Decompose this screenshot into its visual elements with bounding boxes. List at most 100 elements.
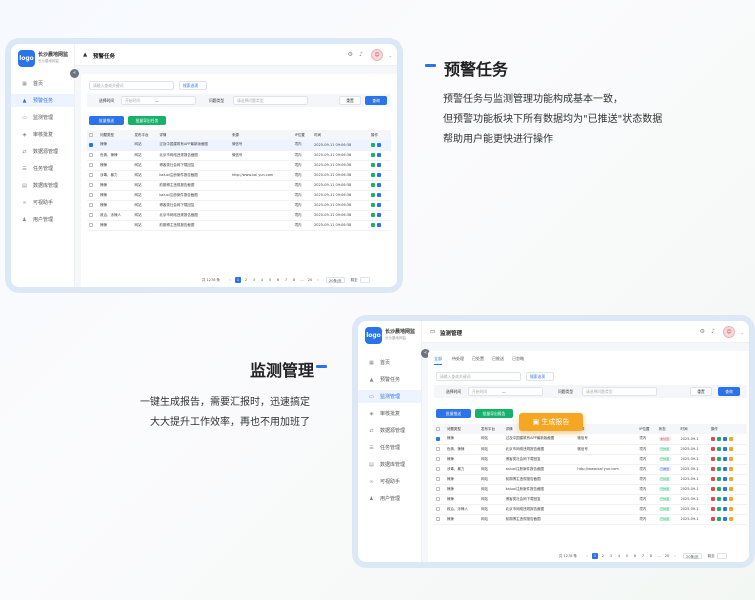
export-icon[interactable]: [728, 436, 733, 441]
search-options-select[interactable]: 搜索选项: [179, 81, 207, 90]
page-number[interactable]: 3: [608, 553, 614, 559]
type-select[interactable]: 请选择问题类型: [582, 387, 657, 396]
page-number[interactable]: 8: [648, 553, 654, 559]
view-icon[interactable]: [370, 223, 375, 227]
checkbox-cell[interactable]: [434, 494, 445, 505]
batch-export-button[interactable]: 批量导出任务: [128, 116, 166, 125]
checkbox[interactable]: [89, 153, 93, 157]
page-number[interactable]: 1: [592, 553, 598, 559]
sidebar-item[interactable]: ⇄ 数据源管理: [358, 424, 421, 437]
push-icon[interactable]: [716, 517, 721, 521]
sidebar-item[interactable]: ☰ 任务管理: [11, 162, 74, 175]
search-input[interactable]: 请输入查询关键词: [436, 372, 521, 381]
edit-icon[interactable]: [722, 497, 727, 501]
table-row[interactable]: 辣辣 网站 kaluoi注册案件报告截图 境内 已处置 2025-09-1: [434, 484, 747, 495]
sidebar-item[interactable]: ∞ 可视助手: [358, 475, 421, 488]
table-row[interactable]: 辣辣 网站 博客类社会网下载回复 境内 已处置 2025-09-1: [434, 454, 747, 465]
push-icon[interactable]: [376, 163, 381, 167]
page-number[interactable]: 4: [259, 277, 265, 283]
sidebar-item[interactable]: ♟ 用户管理: [358, 492, 421, 505]
checkbox[interactable]: [89, 133, 93, 137]
page-number[interactable]: 6: [275, 277, 281, 283]
push-icon[interactable]: [376, 203, 381, 207]
sidebar-item[interactable]: ▦ 首页: [11, 77, 74, 90]
edit-icon[interactable]: [722, 467, 727, 471]
edit-icon[interactable]: [722, 447, 727, 451]
export-icon[interactable]: [728, 517, 733, 521]
table-row[interactable]: 色情、辣辣 网站 北京市网络违规报告截图 微信号 境内 2025-09-11 09:06:…: [87, 150, 391, 161]
export-icon[interactable]: [728, 457, 733, 461]
collapse-icon[interactable]: «: [70, 69, 79, 78]
query-button[interactable]: 查询: [365, 96, 387, 105]
delete-icon[interactable]: [710, 497, 715, 501]
checkbox-cell[interactable]: [87, 170, 99, 181]
tab[interactable]: 全部: [434, 356, 442, 362]
checkbox[interactable]: [436, 467, 440, 471]
tab[interactable]: 已处置: [472, 356, 484, 362]
settings-icon[interactable]: ⚙: [700, 328, 705, 335]
view-icon[interactable]: [370, 173, 375, 177]
sidebar-item[interactable]: ▲ 预警任务: [358, 373, 421, 386]
export-icon[interactable]: [728, 447, 733, 451]
view-icon[interactable]: [370, 213, 375, 217]
checkbox[interactable]: [436, 507, 440, 511]
query-button[interactable]: 查询: [718, 387, 740, 396]
delete-icon[interactable]: [710, 467, 715, 471]
push-icon[interactable]: [716, 436, 721, 441]
table-row[interactable]: 辣辣 网站 前期博主违规报告截图 境内 已处置 2025-09-1: [434, 514, 747, 525]
table-row[interactable]: 辣辣 网站 前期博主违规报告截图 境内 2025-09-11 09:06:38: [87, 180, 391, 191]
sidebar-item[interactable]: ◈ 审核批复: [358, 407, 421, 420]
sidebar-item[interactable]: ▭ 监测管理: [11, 111, 74, 124]
avatar[interactable]: ☺: [723, 326, 735, 338]
checkbox[interactable]: [89, 173, 93, 177]
table-row[interactable]: 辣辣 网站 kaluoi注册案件报告截图 境内 2025-09-11 09:06:38: [87, 190, 391, 201]
checkbox[interactable]: [436, 487, 440, 491]
push-icon[interactable]: [716, 467, 721, 471]
push-icon[interactable]: [376, 223, 381, 227]
delete-icon[interactable]: [710, 447, 715, 451]
table-row[interactable]: 涉毒、暴力 网站 kaluoi注册案件报告截图 http://www.kai yun.…: [434, 464, 747, 475]
edit-icon[interactable]: [722, 507, 727, 511]
export-icon[interactable]: [728, 467, 733, 471]
sidebar-item[interactable]: ∞ 可视助手: [11, 196, 74, 209]
delete-icon[interactable]: [710, 477, 715, 481]
reset-button[interactable]: 重置: [339, 96, 361, 105]
push-icon[interactable]: [376, 173, 381, 177]
page-number[interactable]: ...: [299, 277, 305, 283]
checkbox-cell[interactable]: [87, 140, 99, 151]
push-icon[interactable]: [716, 447, 721, 451]
tab[interactable]: 已忽略: [512, 356, 524, 362]
sidebar-item[interactable]: ▤ 数据库管理: [358, 458, 421, 471]
header-checkbox-cell[interactable]: [87, 130, 99, 140]
avatar[interactable]: ☺: [371, 49, 383, 61]
checkbox-cell[interactable]: [87, 160, 99, 171]
sidebar-item[interactable]: ▲ 预警任务: [11, 94, 74, 107]
table-row[interactable]: 色情、辣辣 网站 北京市网络违规报告截图 微信号 境内 已处置 2025-09-1: [434, 444, 747, 455]
checkbox-cell[interactable]: [87, 180, 99, 191]
goto-input[interactable]: [359, 277, 370, 283]
table-row[interactable]: 政治、涉辣人 网站 北京市网络违规报告截图 境内 已处置 2025-09-1: [434, 504, 747, 515]
view-icon[interactable]: [370, 183, 375, 187]
push-icon[interactable]: [376, 193, 381, 197]
push-icon[interactable]: [376, 183, 381, 187]
table-row[interactable]: 政治、涉辣人 网站 北京市网络违规报告截图 境内 2025-09-11 09:06:38: [87, 210, 391, 221]
table-row[interactable]: 辣辣 网站 过及中国建筑有APP最新版截图 微信号 境内 2025-09-11 09:06…: [87, 140, 391, 151]
checkbox-cell[interactable]: [434, 484, 445, 495]
generate-report-button[interactable]: ▣ 生成报告: [519, 413, 583, 431]
push-icon[interactable]: [716, 457, 721, 461]
edit-icon[interactable]: [722, 477, 727, 481]
page-number[interactable]: 1: [235, 277, 241, 283]
checkbox-cell[interactable]: [434, 514, 445, 525]
checkbox-cell[interactable]: [434, 474, 445, 485]
checkbox-cell[interactable]: [87, 150, 99, 161]
header-checkbox-cell[interactable]: [434, 424, 445, 434]
delete-icon[interactable]: [710, 507, 715, 511]
checkbox-cell[interactable]: [434, 434, 445, 445]
chevron-right-icon[interactable]: ›: [315, 277, 321, 283]
sidebar-item[interactable]: ▤ 数据库管理: [11, 179, 74, 192]
table-row[interactable]: 辣辣 网站 前期博主违规报告截图 境内 已处置 2025-09-1: [434, 474, 747, 485]
chevron-left-icon[interactable]: ‹: [584, 553, 590, 559]
page-size-select[interactable]: 20条/页: [683, 553, 702, 559]
notification-icon[interactable]: ♪: [711, 328, 715, 335]
table-row[interactable]: 辣辣 网站 博客类社会网下载回复 境内 2025-09-11 09:06:38: [87, 160, 391, 171]
